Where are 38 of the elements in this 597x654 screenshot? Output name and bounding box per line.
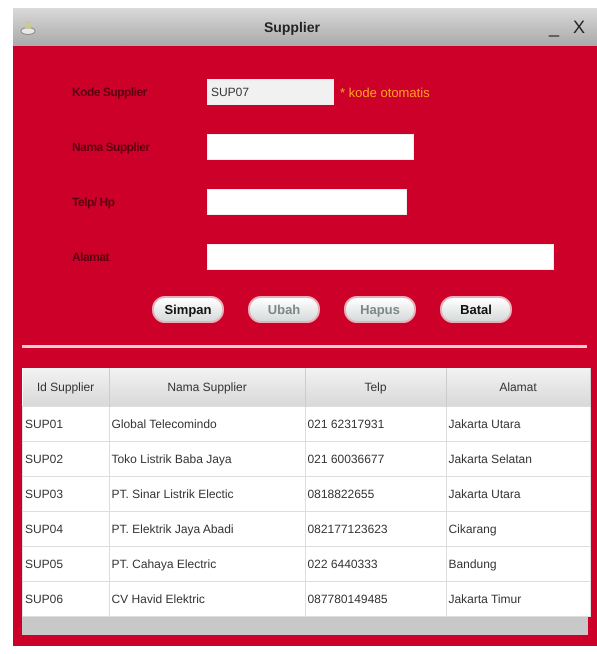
table-cell: Jakarta Utara xyxy=(446,406,590,442)
table-cell: Cikarang xyxy=(446,512,590,546)
table-cell: SUP03 xyxy=(22,476,109,512)
hint-text: * kode otomatis xyxy=(340,84,430,100)
column-header[interactable]: Nama Supplier xyxy=(109,368,305,406)
field-label: Nama Supplier xyxy=(71,140,151,154)
field-label: Kode Supplier xyxy=(71,85,148,99)
input-field[interactable] xyxy=(207,134,414,160)
table-cell: PT. Sinar Listrik Electic xyxy=(109,476,305,512)
column-header[interactable]: Id Supplier xyxy=(22,368,109,406)
table-cell: SUP04 xyxy=(22,512,109,546)
input-field[interactable] xyxy=(207,244,554,270)
table-cell: PT. Cahaya Electric xyxy=(109,546,305,582)
field-label: Telp/ Hp xyxy=(71,195,116,209)
table-cell: Toko Listrik Baba Jaya xyxy=(109,442,305,476)
table-cell: 021 62317931 xyxy=(305,406,446,442)
minimize-button[interactable]: _ xyxy=(546,16,561,38)
table-cell: 021 60036677 xyxy=(305,442,446,476)
window-title: Supplier xyxy=(262,19,321,35)
table-cell: Jakarta Utara xyxy=(446,476,590,512)
table-cell: 022 6440333 xyxy=(305,546,446,582)
action-button[interactable]: Batal xyxy=(440,296,512,323)
column-header[interactable]: Alamat xyxy=(446,368,590,406)
close-button[interactable]: X xyxy=(570,16,587,38)
field-label: Alamat xyxy=(71,250,110,264)
column-header[interactable]: Telp xyxy=(305,368,446,406)
table-cell: SUP05 xyxy=(22,546,109,582)
table-cell: 082177123623 xyxy=(305,512,446,546)
table-cell: 0818822655 xyxy=(305,476,446,512)
action-button[interactable]: Simpan xyxy=(152,296,224,323)
app-icon xyxy=(19,18,37,36)
table-cell: Bandung xyxy=(446,546,590,582)
table-cell: SUP01 xyxy=(22,406,109,442)
input-field[interactable] xyxy=(207,189,407,215)
table-cell: PT. Elektrik Jaya Abadi xyxy=(109,512,305,546)
table-cell: Global Telecomindo xyxy=(109,406,305,442)
table-cell: Jakarta Selatan xyxy=(446,442,590,476)
table-cell: SUP02 xyxy=(22,442,109,476)
